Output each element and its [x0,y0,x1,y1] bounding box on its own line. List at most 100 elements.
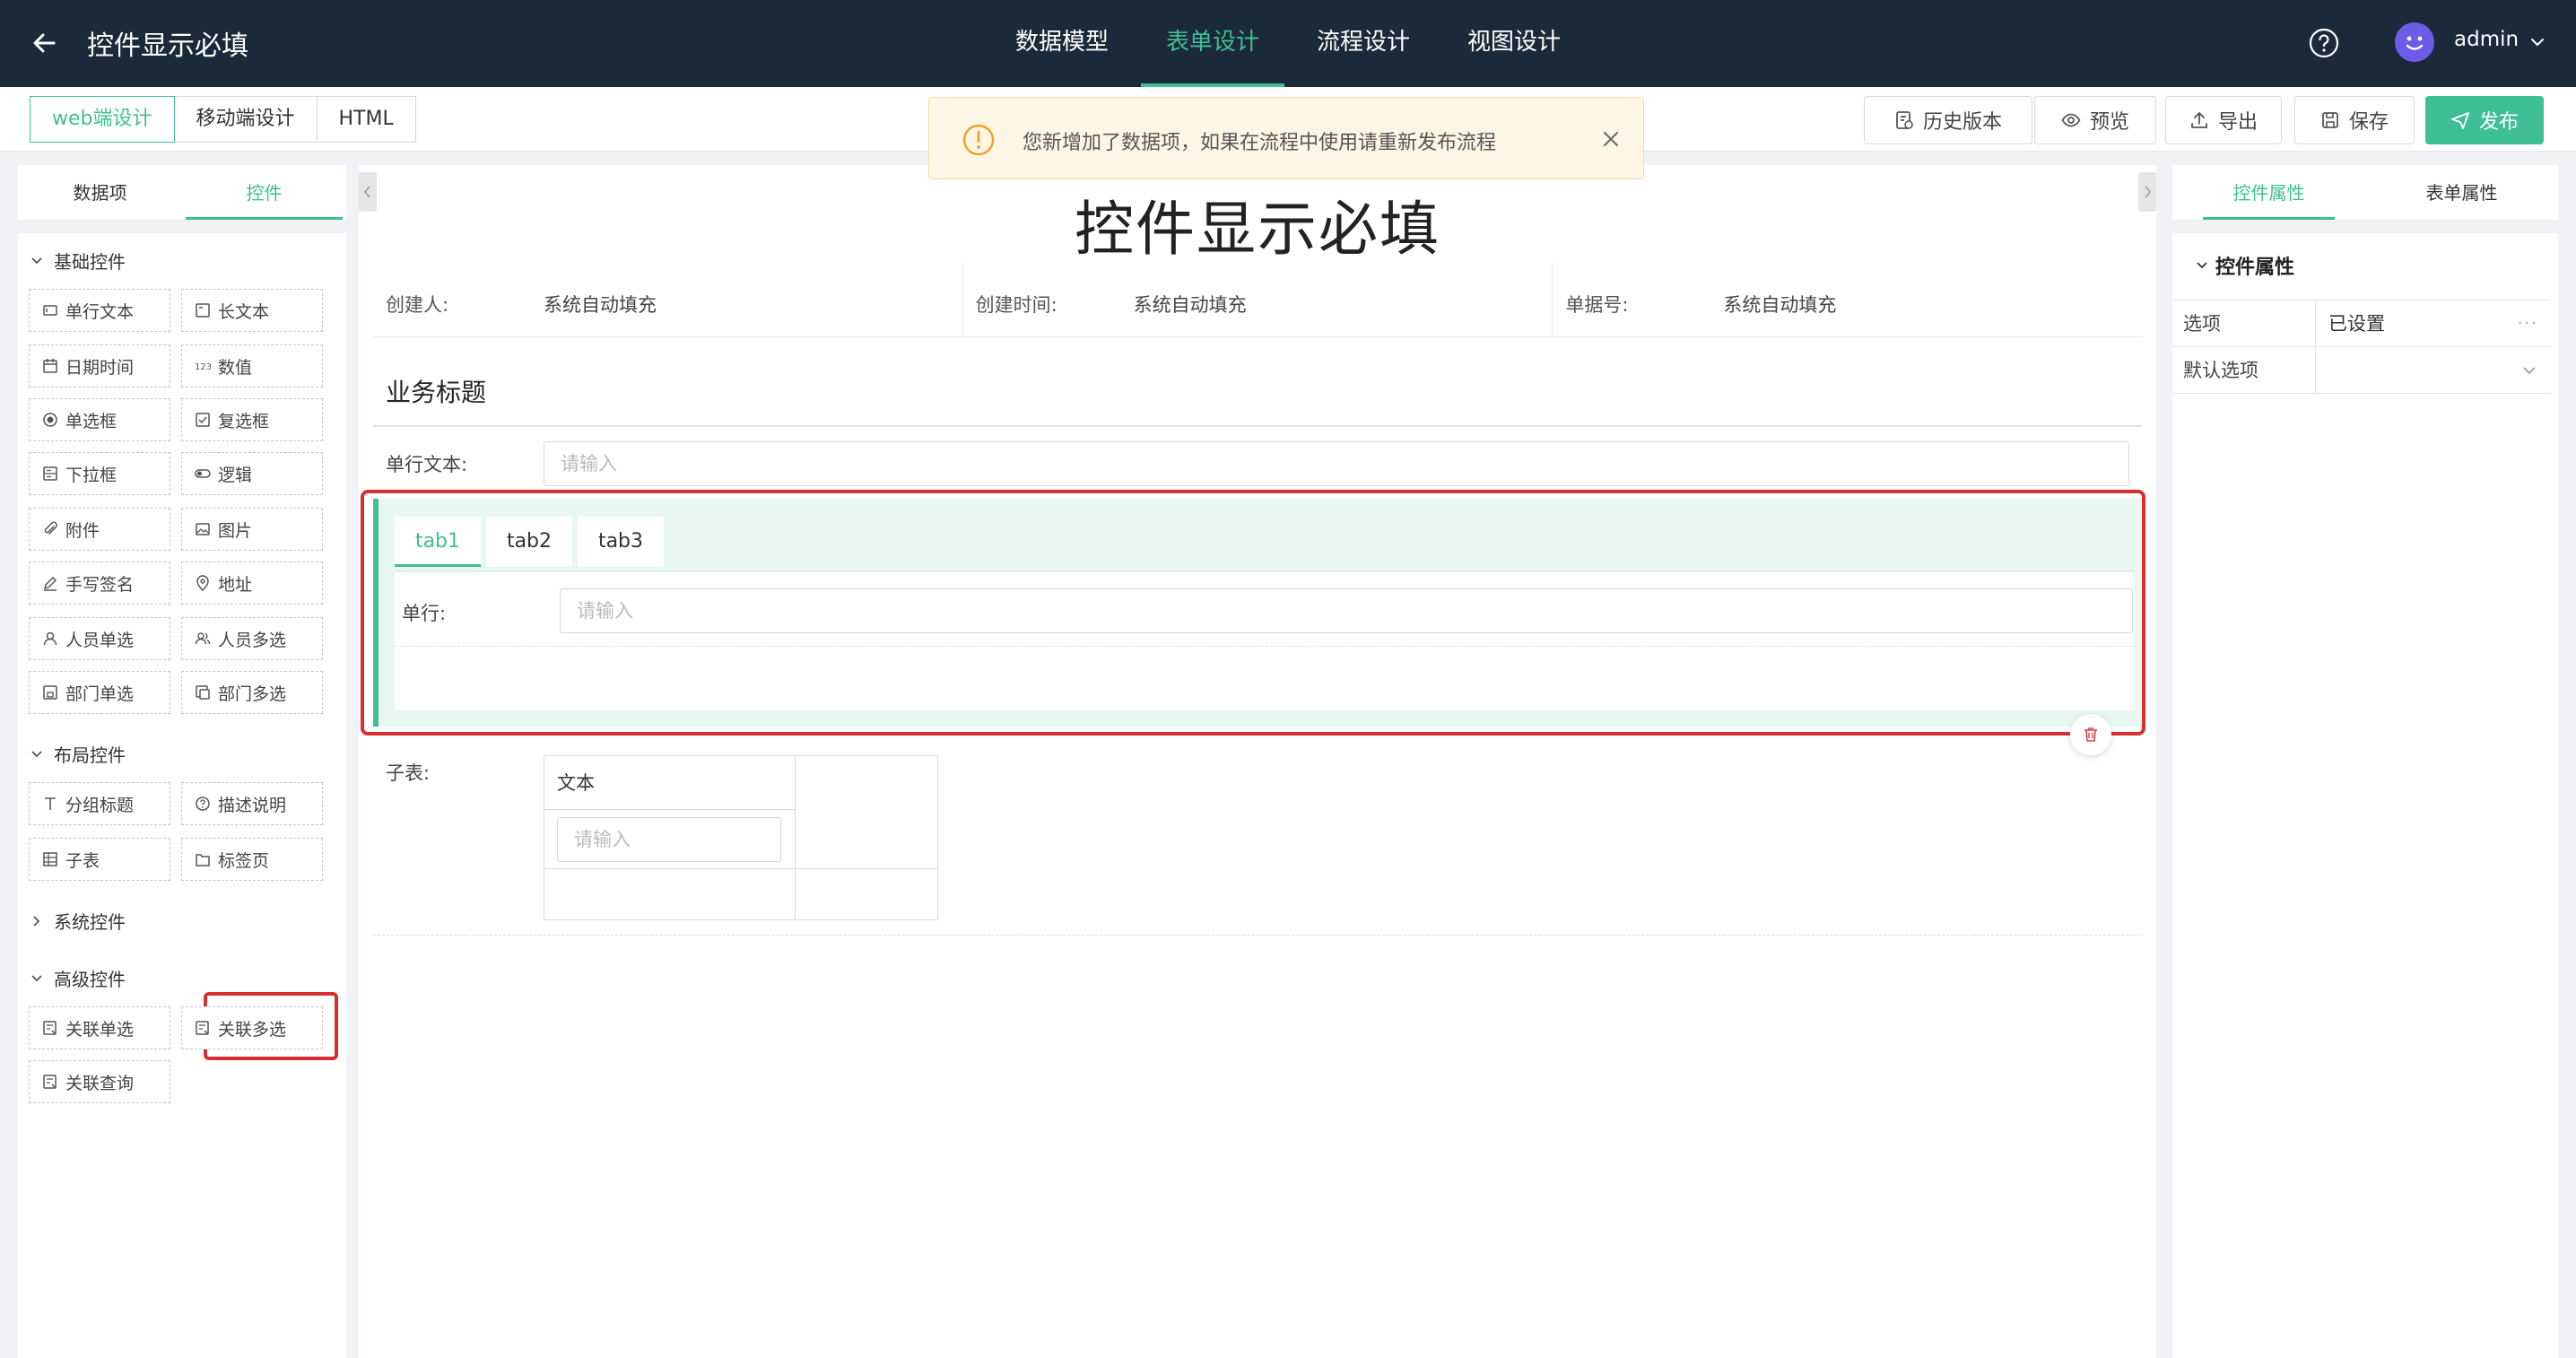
subtable-column-header[interactable]: 文本 [544,756,796,810]
control-long-text[interactable]: 长文本 [181,289,323,332]
close-icon[interactable] [1600,128,1622,150]
property-panel: 控件属性 表单属性 控件属性 选项 已设置 ··· 默认选项 [2171,165,2559,1358]
control-label: 附件 [65,520,100,541]
number-icon: 123 [195,362,211,372]
control-radio[interactable]: 单选框 [29,398,170,441]
info-label: 单据号: [1565,294,1629,316]
tab-controls[interactable]: 控件 [182,165,346,220]
help-icon[interactable] [2308,27,2340,59]
more-icon[interactable]: ··· [2518,300,2538,347]
export-button[interactable]: 导出 [2165,96,2282,144]
control-signature[interactable]: 手写签名 [29,561,170,605]
control-relation-query[interactable]: 关联查询 [29,1060,170,1103]
history-button[interactable]: 历史版本 [1864,96,2032,144]
control-user-multi[interactable]: 人员多选 [181,617,323,660]
preview-button[interactable]: 预览 [2034,96,2156,144]
control-dropdown[interactable]: 下拉框 [29,452,170,495]
single-text-input[interactable]: 请输入 [544,441,2129,486]
section-title[interactable]: 业务标题 [386,373,486,409]
department-icon [43,685,57,700]
delete-control-button[interactable] [2070,714,2111,755]
mode-mobile-button[interactable]: 移动端设计 [173,96,318,143]
tab-field-input[interactable]: 请输入 [560,588,2133,633]
control-attachment[interactable]: 附件 [29,508,170,551]
control-checkbox[interactable]: 复选框 [181,398,323,441]
control-tabs[interactable]: 标签页 [181,838,323,881]
control-label: 描述说明 [218,795,287,815]
avatar[interactable] [2395,22,2434,62]
dropdown-icon [43,466,57,481]
info-created-time[interactable]: 创建时间: 系统自动填充 [963,262,1553,336]
chevron-down-icon[interactable] [2528,32,2547,52]
tab-1[interactable]: tab1 [395,517,481,567]
info-label: 创建人: [386,294,449,316]
control-label: 标签页 [218,850,270,871]
control-label: 人员单选 [65,630,135,650]
subtable-row: 请输入 [544,810,796,869]
group-advanced-controls[interactable]: 高级控件 [29,965,126,991]
tab-control-properties[interactable]: 控件属性 [2172,165,2365,220]
mode-web-button[interactable]: web端设计 [30,96,175,143]
control-label: 子表 [65,850,100,871]
pen-icon [43,576,57,591]
mode-html-button[interactable]: HTML [316,96,416,143]
info-value: 系统自动填充 [1723,294,1837,316]
group-system-controls[interactable]: 系统控件 [29,908,126,934]
control-label: 关联查询 [65,1073,135,1093]
group-layout-controls[interactable]: 布局控件 [29,741,126,767]
control-image[interactable]: 图片 [181,508,323,551]
nav-view-design[interactable]: 视图设计 [1439,0,1589,87]
tab-3[interactable]: tab3 [578,517,664,567]
control-number[interactable]: 123 数值 [181,344,323,387]
back-arrow-icon[interactable] [27,25,63,61]
nav-form-design[interactable]: 表单设计 [1137,0,1288,87]
tab-header: tab1 tab2 tab3 [395,517,664,567]
nav-flow-design[interactable]: 流程设计 [1288,0,1439,87]
control-relation-multi[interactable]: 关联多选 [181,1006,323,1049]
notice-text: 您新增加了数据项，如果在流程中使用请重新发布流程 [1023,132,1497,154]
control-label: 分组标题 [65,795,135,815]
app-title: 控件显示必填 [87,30,248,62]
tab-2[interactable]: tab2 [486,517,572,567]
control-label: 部门单选 [65,683,135,704]
form-title[interactable]: 控件显示必填 [359,181,2156,267]
subtable[interactable]: 文本 请输入 [544,755,938,920]
info-doc-number[interactable]: 单据号: 系统自动填充 [1553,262,2142,336]
control-relation-single[interactable]: 关联单选 [29,1006,170,1049]
control-datetime[interactable]: 日期时间 [29,344,170,387]
property-section-header[interactable]: 控件属性 [2194,251,2294,280]
property-value: 已设置 [2328,313,2385,335]
tab-data-items[interactable]: 数据项 [18,165,182,220]
subtable-cell-input[interactable]: 请输入 [557,817,781,862]
tabs-control[interactable]: tab1 tab2 tab3 单行: 请输入 [373,499,2144,727]
control-label: 下拉框 [65,465,117,485]
info-creator[interactable]: 创建人: 系统自动填充 [373,262,963,336]
control-dept-single[interactable]: 部门单选 [29,671,170,714]
control-label: 关联多选 [218,1019,287,1040]
control-label: 手写签名 [65,574,135,595]
control-group-title[interactable]: 分组标题 [29,782,170,825]
control-user-single[interactable]: 人员单选 [29,617,170,660]
chevron-down-icon [31,750,42,757]
property-options-value[interactable]: 已设置 ··· [2316,300,2551,346]
warning-icon [962,123,996,157]
save-button[interactable]: 保存 [2294,96,2415,144]
panel-divider [17,221,347,233]
control-single-text[interactable]: 单行文本 [29,289,170,332]
control-subtable[interactable]: 子表 [29,838,170,881]
control-dept-multi[interactable]: 部门多选 [181,671,323,714]
control-logic[interactable]: 逻辑 [181,452,323,495]
control-address[interactable]: 地址 [181,561,323,605]
design-mode-switch: web端设计 移动端设计 HTML [30,96,416,143]
tab-form-properties[interactable]: 表单属性 [2365,165,2558,220]
image-icon [196,523,210,535]
group-basic-controls[interactable]: 基础控件 [29,248,126,274]
group-title: 系统控件 [54,911,126,933]
default-option-select[interactable] [2316,347,2551,393]
nav-data-model[interactable]: 数据模型 [987,0,1137,87]
svg-text:123: 123 [195,362,211,372]
publish-button[interactable]: 发布 [2425,96,2544,144]
user-name[interactable]: admin [2454,28,2519,51]
control-label: 复选框 [218,411,270,431]
control-description[interactable]: 描述说明 [181,782,323,825]
